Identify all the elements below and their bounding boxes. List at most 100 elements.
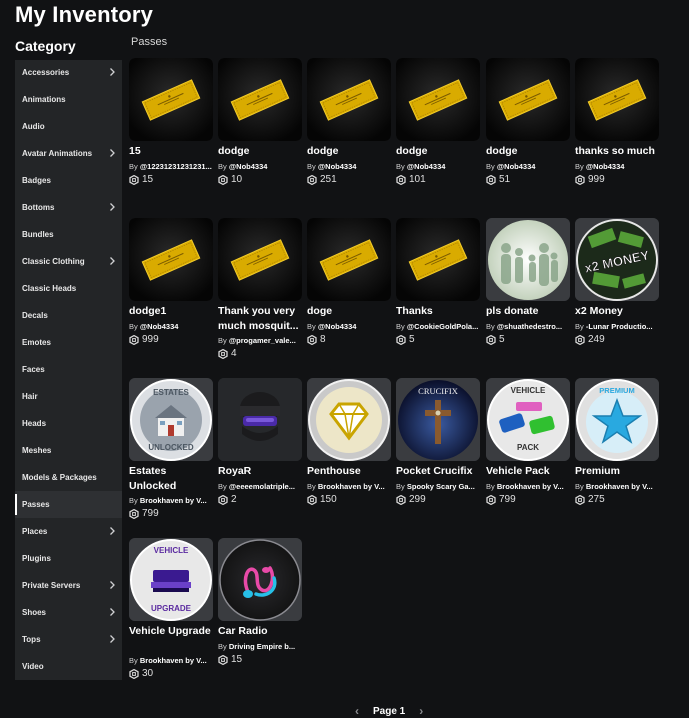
sidebar-item-private-servers[interactable]: Private Servers	[15, 572, 122, 599]
sidebar-item-audio[interactable]: Audio	[15, 113, 122, 140]
item-thumbnail[interactable]	[218, 58, 302, 141]
sidebar-item-decals[interactable]: Decals	[15, 302, 122, 329]
item-name[interactable]: Car Radio	[218, 624, 302, 639]
item-creator[interactable]: By Brookhaven by V...	[575, 482, 659, 491]
item-name[interactable]: dodge1	[129, 304, 213, 319]
creator-name[interactable]: @12231231231231...	[140, 162, 212, 171]
item-creator[interactable]: By @Nob4334	[575, 162, 659, 171]
sidebar-item-accessories[interactable]: Accessories	[15, 59, 122, 86]
creator-name[interactable]: @Nob4334	[140, 322, 179, 331]
item-card[interactable]: doge By @Nob4334 8	[307, 218, 391, 368]
item-thumbnail[interactable]	[575, 58, 659, 141]
next-page-button[interactable]: ›	[419, 704, 423, 718]
creator-name[interactable]: Brookhaven by V...	[318, 482, 385, 491]
item-name[interactable]: Thanks	[396, 304, 480, 319]
item-card[interactable]: dodge By @Nob4334 10	[218, 58, 302, 208]
item-card[interactable]: VEHICLE PACK Vehicle Pack By Brookhaven by…	[486, 378, 570, 528]
item-name[interactable]: Thank you very much mosquit...	[218, 304, 302, 334]
item-card[interactable]: PREMIUM Premium By Brookhaven by V... 275	[575, 378, 659, 528]
item-name[interactable]: Vehicle Upgrade	[129, 624, 213, 654]
item-name[interactable]: RoyaR	[218, 464, 302, 479]
item-card[interactable]: CRUCIFIX Pocket Crucifix By Spooky Scary …	[396, 378, 480, 528]
creator-name[interactable]: Driving Empire b...	[229, 642, 295, 651]
item-thumbnail[interactable]	[396, 218, 480, 301]
sidebar-item-badges[interactable]: Badges	[15, 167, 122, 194]
item-creator[interactable]: By Brookhaven by V...	[486, 482, 570, 491]
item-creator[interactable]: By @Nob4334	[396, 162, 480, 171]
creator-name[interactable]: @Nob4334	[318, 162, 357, 171]
item-thumbnail[interactable]: x2 MONEY	[575, 218, 659, 301]
item-name[interactable]: dodge	[307, 144, 391, 159]
item-card[interactable]: x2 MONEY x2 Money By -Lunar Productio... 24…	[575, 218, 659, 368]
item-thumbnail[interactable]	[307, 58, 391, 141]
creator-name[interactable]: @Nob4334	[318, 322, 357, 331]
item-creator[interactable]: By Spooky Scary Ga...	[396, 482, 480, 491]
item-thumbnail[interactable]: CRUCIFIX	[396, 378, 480, 461]
creator-name[interactable]: @shuathedestro...	[497, 322, 562, 331]
item-name[interactable]: Estates Unlocked	[129, 464, 213, 494]
creator-name[interactable]: @eeeemolatriple...	[229, 482, 295, 491]
item-card[interactable]: VEHICLE UPGRADE Vehicle Upgrade By Brookha…	[129, 538, 213, 688]
item-name[interactable]: doge	[307, 304, 391, 319]
item-creator[interactable]: By Brookhaven by V...	[129, 496, 213, 505]
creator-name[interactable]: @Nob4334	[586, 162, 625, 171]
sidebar-item-animations[interactable]: Animations	[15, 86, 122, 113]
item-thumbnail[interactable]	[218, 378, 302, 461]
item-card[interactable]: dodge By @Nob4334 51	[486, 58, 570, 208]
item-name[interactable]: dodge	[218, 144, 302, 159]
item-card[interactable]: RoyaR By @eeeemolatriple... 2	[218, 378, 302, 528]
item-thumbnail[interactable]	[307, 378, 391, 461]
item-card[interactable]: ESTATES UNLOCKED Estates Unlocked By Brook…	[129, 378, 213, 528]
item-thumbnail[interactable]: ESTATES UNLOCKED	[129, 378, 213, 461]
sidebar-item-emotes[interactable]: Emotes	[15, 329, 122, 356]
item-thumbnail[interactable]	[307, 218, 391, 301]
item-card[interactable]: dodge By @Nob4334 101	[396, 58, 480, 208]
item-thumbnail[interactable]	[486, 58, 570, 141]
item-creator[interactable]: By @Nob4334	[307, 162, 391, 171]
creator-name[interactable]: @Nob4334	[497, 162, 536, 171]
creator-name[interactable]: -Lunar Productio...	[586, 322, 653, 331]
item-name[interactable]: dodge	[396, 144, 480, 159]
sidebar-item-tops[interactable]: Tops	[15, 626, 122, 653]
item-creator[interactable]: By @CookieGoldPola...	[396, 322, 480, 331]
item-name[interactable]: thanks so much	[575, 144, 659, 159]
item-name[interactable]: Vehicle Pack	[486, 464, 570, 479]
item-creator[interactable]: By @12231231231231...	[129, 162, 213, 171]
item-creator[interactable]: By Brookhaven by V...	[307, 482, 391, 491]
sidebar-item-classic-heads[interactable]: Classic Heads	[15, 275, 122, 302]
sidebar-item-classic-clothing[interactable]: Classic Clothing	[15, 248, 122, 275]
sidebar-item-hair[interactable]: Hair	[15, 383, 122, 410]
creator-name[interactable]: @progamer_vale...	[229, 336, 296, 345]
item-name[interactable]: Premium	[575, 464, 659, 479]
item-card[interactable]: Thanks By @CookieGoldPola... 5	[396, 218, 480, 368]
item-thumbnail[interactable]	[218, 538, 302, 621]
item-thumbnail[interactable]	[396, 58, 480, 141]
item-thumbnail[interactable]	[129, 58, 213, 141]
sidebar-item-heads[interactable]: Heads	[15, 410, 122, 437]
sidebar-item-bundles[interactable]: Bundles	[15, 221, 122, 248]
sidebar-item-plugins[interactable]: Plugins	[15, 545, 122, 572]
item-creator[interactable]: By Brookhaven by V...	[129, 656, 213, 665]
sidebar-item-shoes[interactable]: Shoes	[15, 599, 122, 626]
item-thumbnail[interactable]	[129, 218, 213, 301]
sidebar-item-avatar-animations[interactable]: Avatar Animations	[15, 140, 122, 167]
creator-name[interactable]: Brookhaven by V...	[140, 496, 207, 505]
item-creator[interactable]: By @Nob4334	[486, 162, 570, 171]
creator-name[interactable]: @Nob4334	[229, 162, 268, 171]
item-creator[interactable]: By @progamer_vale...	[218, 336, 302, 345]
item-card[interactable]: Thank you very much mosquit... By @progam…	[218, 218, 302, 368]
sidebar-item-models-packages[interactable]: Models & Packages	[15, 464, 122, 491]
item-card[interactable]: pls donate By @shuathedestro... 5	[486, 218, 570, 368]
item-thumbnail[interactable]: VEHICLE PACK	[486, 378, 570, 461]
sidebar-item-faces[interactable]: Faces	[15, 356, 122, 383]
item-card[interactable]: 15 By @12231231231231... 15	[129, 58, 213, 208]
item-name[interactable]: Pocket Crucifix	[396, 464, 480, 479]
item-card[interactable]: dodge1 By @Nob4334 999	[129, 218, 213, 368]
item-card[interactable]: Car Radio By Driving Empire b... 15	[218, 538, 302, 688]
item-name[interactable]: pls donate	[486, 304, 570, 319]
item-name[interactable]: Penthouse	[307, 464, 391, 479]
item-creator[interactable]: By @Nob4334	[218, 162, 302, 171]
creator-name[interactable]: Spooky Scary Ga...	[407, 482, 475, 491]
item-card[interactable]: Penthouse By Brookhaven by V... 150	[307, 378, 391, 528]
item-name[interactable]: x2 Money	[575, 304, 659, 319]
